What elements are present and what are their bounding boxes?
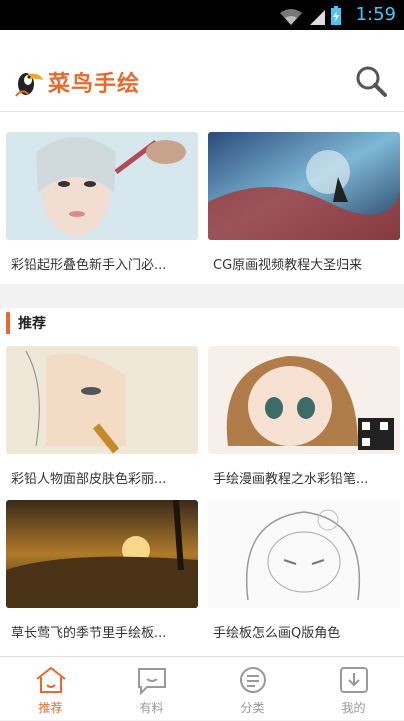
battery-icon	[331, 6, 341, 25]
bottom-tab-bar: 推荐 有料 分类 我的	[0, 656, 404, 720]
toucan-logo-icon	[15, 73, 43, 97]
tab-label: 我的	[341, 701, 366, 715]
category-list-icon	[239, 667, 266, 693]
tab-label: 推荐	[38, 701, 63, 715]
video-thumbnail	[208, 500, 400, 608]
search-icon[interactable]	[354, 64, 388, 98]
tab-recommend[interactable]: 推荐	[0, 657, 101, 721]
video-card[interactable]: 彩铅人物面部皮肤色彩丽...	[6, 346, 198, 487]
video-thumbnail	[6, 500, 198, 608]
video-title: 彩铅起形叠色新手入门必...	[11, 258, 167, 273]
chat-bubble-icon	[137, 668, 166, 695]
tab-label: 有料	[139, 701, 164, 715]
featured-section: 彩铅起形叠色新手入门必... CG原画视频教程大圣归来	[0, 112, 404, 284]
download-icon	[339, 667, 368, 693]
tab-mine[interactable]: 我的	[303, 657, 404, 721]
video-title: 彩铅人物面部皮肤色彩丽...	[11, 472, 167, 487]
signal-icon	[310, 10, 325, 25]
status-icons	[278, 6, 342, 26]
video-thumbnail	[208, 132, 400, 240]
status-bar: 1:59	[0, 0, 404, 30]
status-time: 1:59	[355, 4, 396, 25]
video-title: 草长莺飞的季节里手绘板...	[11, 626, 167, 641]
video-title: CG原画视频教程大圣归来	[213, 258, 363, 273]
tab-label: 分类	[240, 701, 265, 715]
video-thumbnail	[208, 346, 400, 454]
video-card[interactable]: 彩铅起形叠色新手入门必...	[6, 132, 198, 273]
video-title: 手绘板怎么画Q版角色	[213, 626, 341, 641]
recommended-section-header: 推荐	[0, 308, 404, 340]
wifi-icon	[280, 9, 302, 25]
section-accent-bar	[6, 312, 10, 334]
recommended-section: 彩铅人物面部皮肤色彩丽... 手绘漫画教程之水彩铅笔... 草长莺飞的季节里手绘…	[0, 340, 404, 656]
video-card[interactable]: 手绘板怎么画Q版角色	[208, 500, 400, 641]
app-logo: 菜鸟手绘	[14, 66, 140, 98]
content-feed[interactable]: 彩铅起形叠色新手入门必... CG原画视频教程大圣归来 推荐 彩铅人物面部皮肤色…	[0, 112, 404, 656]
video-thumbnail	[6, 346, 198, 454]
tab-category[interactable]: 分类	[202, 657, 303, 721]
section-title: 推荐	[18, 316, 46, 332]
tab-youliao[interactable]: 有料	[101, 657, 202, 721]
video-card[interactable]: 草长莺飞的季节里手绘板...	[6, 500, 198, 641]
video-card[interactable]: CG原画视频教程大圣归来	[208, 132, 400, 273]
video-title: 手绘漫画教程之水彩铅笔...	[213, 472, 369, 487]
app-header: 菜鸟手绘	[0, 30, 404, 112]
video-card[interactable]: 手绘漫画教程之水彩铅笔...	[208, 346, 400, 487]
video-thumbnail	[6, 132, 198, 240]
app-name: 菜鸟手绘	[48, 72, 141, 97]
home-icon	[35, 666, 66, 693]
